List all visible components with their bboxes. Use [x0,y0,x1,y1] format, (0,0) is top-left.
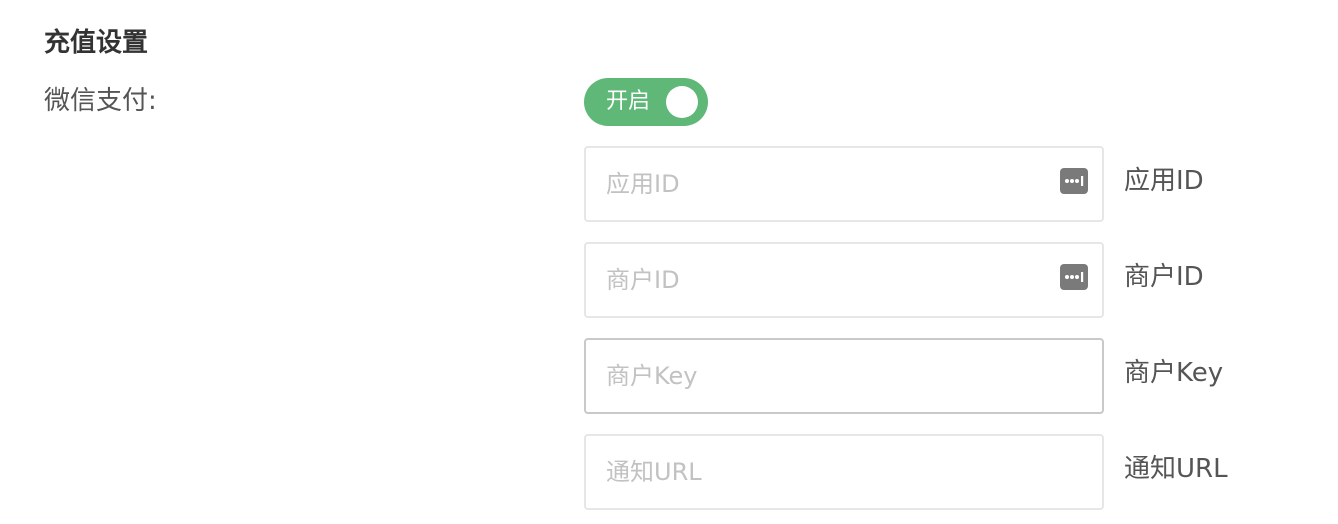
notify-url-input[interactable] [584,434,1104,510]
wechat-pay-label: 微信支付: [44,86,157,116]
merchant-id-input[interactable] [584,242,1104,318]
app-id-side-label: 应用ID [1124,166,1204,196]
password-key-icon[interactable] [1060,168,1088,194]
wechat-pay-toggle[interactable]: 开启 [584,78,708,126]
app-id-input[interactable] [584,146,1104,222]
merchant-id-side-label: 商户ID [1124,262,1204,292]
merchant-key-row: 商户Key [584,338,1264,414]
merchant-key-input[interactable] [584,338,1104,414]
toggle-state-label: 开启 [606,89,651,114]
merchant-key-side-label: 商户Key [1124,358,1224,388]
merchant-id-row: 商户ID [584,242,1264,318]
notify-url-side-label: 通知URL [1124,454,1228,484]
app-id-row: 应用ID [584,146,1264,222]
notify-url-row: 通知URL [584,434,1264,510]
password-key-icon[interactable] [1060,264,1088,290]
recharge-settings-panel: 充值设置 微信支付: 开启 应用ID 商户ID [0,0,1338,524]
section-title: 充值设置 [44,28,149,58]
toggle-knob [666,86,698,118]
